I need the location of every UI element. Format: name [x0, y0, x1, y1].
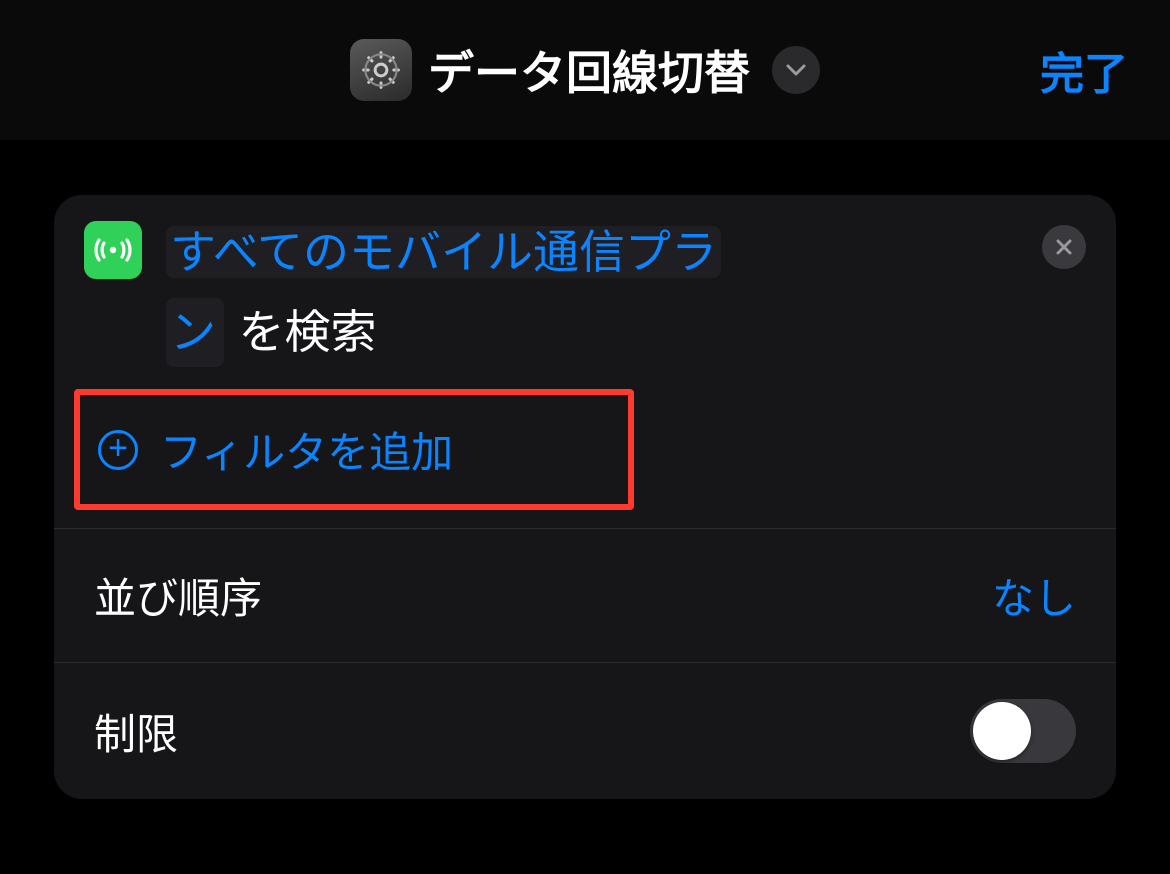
search-token-line1[interactable]: すべてのモバイル通信プラ	[166, 226, 721, 278]
content: すべてのモバイル通信プラ ン を検索 フィルタを追加 並び順序 なし 制限	[0, 140, 1170, 799]
limit-row: 制限	[54, 663, 1116, 799]
header-title-group[interactable]: データ回線切替	[350, 37, 820, 103]
cellular-icon	[84, 221, 142, 279]
limit-toggle[interactable]	[970, 699, 1076, 763]
settings-app-icon	[350, 39, 412, 101]
sort-order-value[interactable]: なし	[992, 565, 1076, 626]
toggle-knob	[973, 702, 1031, 760]
plus-circle-icon	[98, 430, 138, 470]
header-bar: データ回線切替 完了	[0, 0, 1170, 140]
action-panel: すべてのモバイル通信プラ ン を検索 フィルタを追加 並び順序 なし 制限	[54, 195, 1116, 799]
chevron-down-icon[interactable]	[772, 46, 820, 94]
sort-order-label: 並び順序	[94, 565, 262, 626]
sort-order-row[interactable]: 並び順序 なし	[54, 529, 1116, 663]
page-title: データ回線切替	[428, 37, 750, 103]
search-token-line2[interactable]: ン	[166, 298, 224, 367]
limit-label: 制限	[94, 701, 178, 762]
add-filter-button[interactable]: フィルタを追加	[74, 389, 634, 510]
search-row[interactable]: すべてのモバイル通信プラ ン を検索	[54, 195, 1116, 377]
search-text: すべてのモバイル通信プラ ン を検索	[166, 217, 1086, 367]
close-icon	[1054, 237, 1074, 257]
add-filter-label: フィルタを追加	[160, 419, 453, 480]
search-suffix: を検索	[238, 306, 376, 358]
clear-button[interactable]	[1042, 225, 1086, 269]
done-button[interactable]: 完了	[1040, 38, 1128, 102]
